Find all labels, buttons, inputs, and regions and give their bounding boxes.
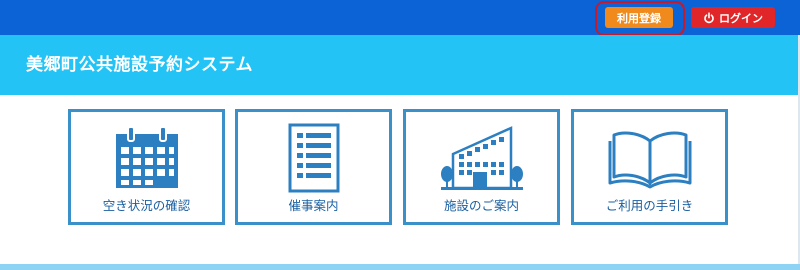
open-book-icon <box>574 122 725 194</box>
calendar-icon <box>71 122 222 194</box>
power-icon <box>703 11 715 24</box>
menu-tile-availability[interactable]: 空き状況の確認 <box>68 109 225 225</box>
main-menu: 空き状況の確認 催事案内 施設のご案内 ご利用の手引き <box>68 109 732 225</box>
top-bar: 利用登録 ログイン <box>0 0 800 36</box>
menu-tile-label: 施設のご案内 <box>443 198 519 213</box>
footer-strip <box>0 264 800 270</box>
menu-tile-label: 催事案内 <box>288 198 339 213</box>
site-title[interactable]: 美郷町公共施設予約システム <box>26 35 253 95</box>
register-button-label: 利用登録 <box>617 11 661 25</box>
menu-tile-facilities[interactable]: 施設のご案内 <box>403 109 560 225</box>
title-bar: 美郷町公共施設予約システム <box>0 35 800 95</box>
building-icon <box>406 122 557 194</box>
menu-tile-label: ご利用の手引き <box>605 198 694 213</box>
login-button[interactable]: ログイン <box>691 7 775 28</box>
menu-tile-label: 空き状況の確認 <box>102 198 191 213</box>
menu-tile-guide[interactable]: ご利用の手引き <box>571 109 728 225</box>
register-button[interactable]: 利用登録 <box>605 7 673 28</box>
login-button-label: ログイン <box>719 11 763 25</box>
menu-tile-events[interactable]: 催事案内 <box>235 109 392 225</box>
document-list-icon <box>238 122 389 194</box>
